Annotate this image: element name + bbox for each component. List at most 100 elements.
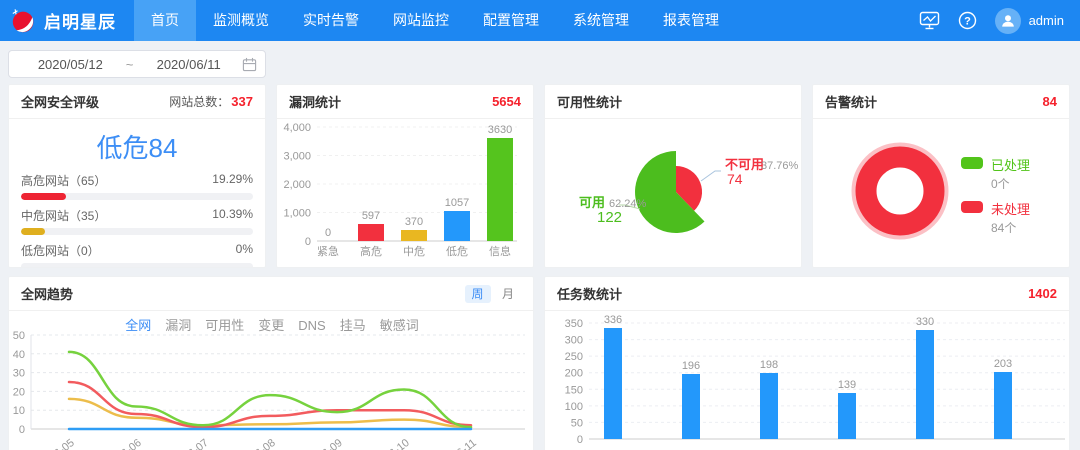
vulnerability-bar-chart: 01,0002,0003,0004,0000紧急597高危370中危1057低危… bbox=[277, 121, 534, 265]
svg-text:74: 74 bbox=[727, 171, 743, 187]
nav-item-system-management[interactable]: 系统管理 bbox=[556, 0, 646, 41]
brand-logo: 启明星辰 bbox=[0, 0, 134, 41]
svg-text:低危: 低危 bbox=[446, 245, 468, 258]
legend-marker bbox=[961, 157, 983, 169]
username-label[interactable]: admin bbox=[1029, 13, 1064, 28]
trend-line-chart: 0102030405006-0506-0606-0706-0806-0906-1… bbox=[9, 331, 534, 450]
legend-marker bbox=[961, 201, 983, 213]
vuln-total-value: 5654 bbox=[492, 94, 521, 109]
nav-item-report-management[interactable]: 报表管理 bbox=[646, 0, 736, 41]
svg-text:50: 50 bbox=[13, 331, 25, 342]
svg-text:高危: 高危 bbox=[360, 244, 382, 258]
nav-item-config-management[interactable]: 配置管理 bbox=[466, 0, 556, 41]
svg-text:370: 370 bbox=[405, 216, 423, 228]
panel-title: 全网趋势 bbox=[21, 284, 73, 303]
svg-text:2,000: 2,000 bbox=[283, 179, 311, 191]
svg-text:139: 139 bbox=[838, 379, 856, 391]
panel-availability-stats: 可用性统计 不可用37.76%74可用62.24%122 bbox=[544, 84, 802, 268]
toggle-week[interactable]: 周 bbox=[465, 285, 491, 303]
svg-text:06-07: 06-07 bbox=[181, 437, 211, 450]
progress-fill bbox=[21, 193, 66, 200]
panel-network-security-rating: 全网安全评级 网站总数：337 低危84 高危网站（65）19.29% 中危网站… bbox=[8, 84, 266, 268]
svg-text:06-10: 06-10 bbox=[382, 437, 412, 450]
legend-item-unprocessed[interactable]: 未处理 84个 bbox=[961, 199, 1030, 236]
svg-text:203: 203 bbox=[994, 358, 1012, 370]
svg-text:可用: 可用 bbox=[579, 195, 605, 210]
svg-text:20: 20 bbox=[13, 386, 25, 398]
date-range-picker[interactable]: 2020/05/12 ~ 2020/06/11 bbox=[8, 50, 266, 78]
svg-text:40: 40 bbox=[13, 349, 25, 361]
svg-text:150: 150 bbox=[565, 384, 583, 396]
svg-text:3,000: 3,000 bbox=[283, 151, 311, 163]
svg-text:紧急: 紧急 bbox=[317, 244, 339, 258]
svg-text:0: 0 bbox=[325, 227, 331, 239]
alert-total-value: 84 bbox=[1043, 94, 1057, 109]
nav-item-website-monitor[interactable]: 网站监控 bbox=[376, 0, 466, 41]
panel-vulnerability-stats: 漏洞统计 5654 01,0002,0003,0004,0000紧急597高危3… bbox=[276, 84, 534, 268]
svg-text:336: 336 bbox=[604, 314, 622, 326]
svg-text:122: 122 bbox=[597, 209, 622, 226]
start-date-input[interactable]: 2020/05/12 bbox=[17, 57, 124, 72]
panel-task-stats: 任务数统计 1402 0 50 100 150 200 250 300 350 336 196 19… bbox=[544, 276, 1070, 450]
venus-logo-icon bbox=[10, 7, 38, 35]
svg-text:37.76%: 37.76% bbox=[761, 160, 799, 172]
svg-text:06-11: 06-11 bbox=[450, 437, 479, 450]
svg-text:06-09: 06-09 bbox=[315, 437, 345, 450]
rating-row-high-risk: 高危网站（65）19.29% bbox=[21, 172, 253, 200]
svg-text:06-08: 06-08 bbox=[248, 437, 278, 450]
svg-text:597: 597 bbox=[362, 210, 380, 222]
panel-alert-stats: 告警统计 84 已处理 0个 未处理 84个 bbox=[812, 84, 1070, 268]
svg-text:198: 198 bbox=[760, 359, 778, 371]
svg-text:中危: 中危 bbox=[403, 245, 425, 258]
rating-row-medium-risk: 中危网站（35）10.39% bbox=[21, 207, 253, 235]
panel-title: 告警统计 bbox=[825, 92, 877, 111]
svg-text:不可用: 不可用 bbox=[725, 157, 764, 172]
progress-track bbox=[21, 228, 253, 235]
nav-item-realtime-alerts[interactable]: 实时告警 bbox=[286, 0, 376, 41]
svg-text:100: 100 bbox=[565, 401, 583, 413]
svg-text:300: 300 bbox=[565, 335, 583, 347]
overall-risk-headline: 低危84 bbox=[9, 128, 265, 165]
availability-pie-chart: 不可用37.76%74可用62.24%122 bbox=[545, 119, 802, 267]
svg-text:196: 196 bbox=[682, 360, 700, 372]
svg-text:?: ? bbox=[964, 16, 971, 28]
screen-monitor-icon[interactable] bbox=[919, 11, 940, 30]
panel-title: 任务数统计 bbox=[557, 284, 622, 303]
panel-title: 漏洞统计 bbox=[289, 92, 341, 111]
svg-text:0: 0 bbox=[19, 424, 25, 436]
progress-track bbox=[21, 263, 253, 268]
help-question-icon[interactable]: ? bbox=[958, 11, 977, 30]
website-total: 网站总数：337 bbox=[169, 93, 253, 110]
top-navbar: 启明星辰 首页 监测概览 实时告警 网站监控 配置管理 系统管理 报表管理 ? bbox=[0, 0, 1080, 41]
svg-text:250: 250 bbox=[565, 351, 583, 363]
svg-text:0: 0 bbox=[305, 236, 311, 248]
alert-donut-chart bbox=[813, 115, 963, 267]
date-range-separator: ~ bbox=[124, 57, 136, 72]
alert-legend: 已处理 0个 未处理 84个 bbox=[961, 155, 1030, 243]
panel-title: 可用性统计 bbox=[557, 92, 622, 111]
user-avatar[interactable] bbox=[995, 8, 1021, 34]
svg-text:10: 10 bbox=[13, 405, 25, 417]
svg-text:0: 0 bbox=[577, 434, 583, 446]
rating-progress-list: 高危网站（65）19.29% 中危网站（35）10.39% 低危网站（0）0% … bbox=[9, 172, 265, 268]
nav-item-monitor-overview[interactable]: 监测概览 bbox=[196, 0, 286, 41]
svg-text:1057: 1057 bbox=[445, 197, 469, 209]
website-total-value: 337 bbox=[231, 94, 253, 109]
svg-text:06-06: 06-06 bbox=[114, 437, 144, 450]
svg-text:200: 200 bbox=[565, 368, 583, 380]
svg-text:50: 50 bbox=[571, 417, 583, 429]
svg-text:330: 330 bbox=[916, 316, 934, 328]
legend-item-processed[interactable]: 已处理 0个 bbox=[961, 155, 1030, 192]
panel-title: 全网安全评级 bbox=[21, 92, 99, 111]
toggle-month[interactable]: 月 bbox=[495, 285, 521, 303]
brand-name: 启明星辰 bbox=[44, 8, 116, 33]
nav-item-home[interactable]: 首页 bbox=[134, 0, 196, 41]
svg-text:06-05: 06-05 bbox=[47, 437, 77, 450]
svg-text:350: 350 bbox=[565, 318, 583, 330]
calendar-icon[interactable] bbox=[242, 57, 257, 72]
svg-text:1,000: 1,000 bbox=[283, 208, 311, 220]
task-total-value: 1402 bbox=[1028, 286, 1057, 301]
end-date-input[interactable]: 2020/06/11 bbox=[135, 57, 242, 72]
svg-text:3630: 3630 bbox=[488, 124, 512, 136]
progress-fill bbox=[21, 228, 45, 235]
